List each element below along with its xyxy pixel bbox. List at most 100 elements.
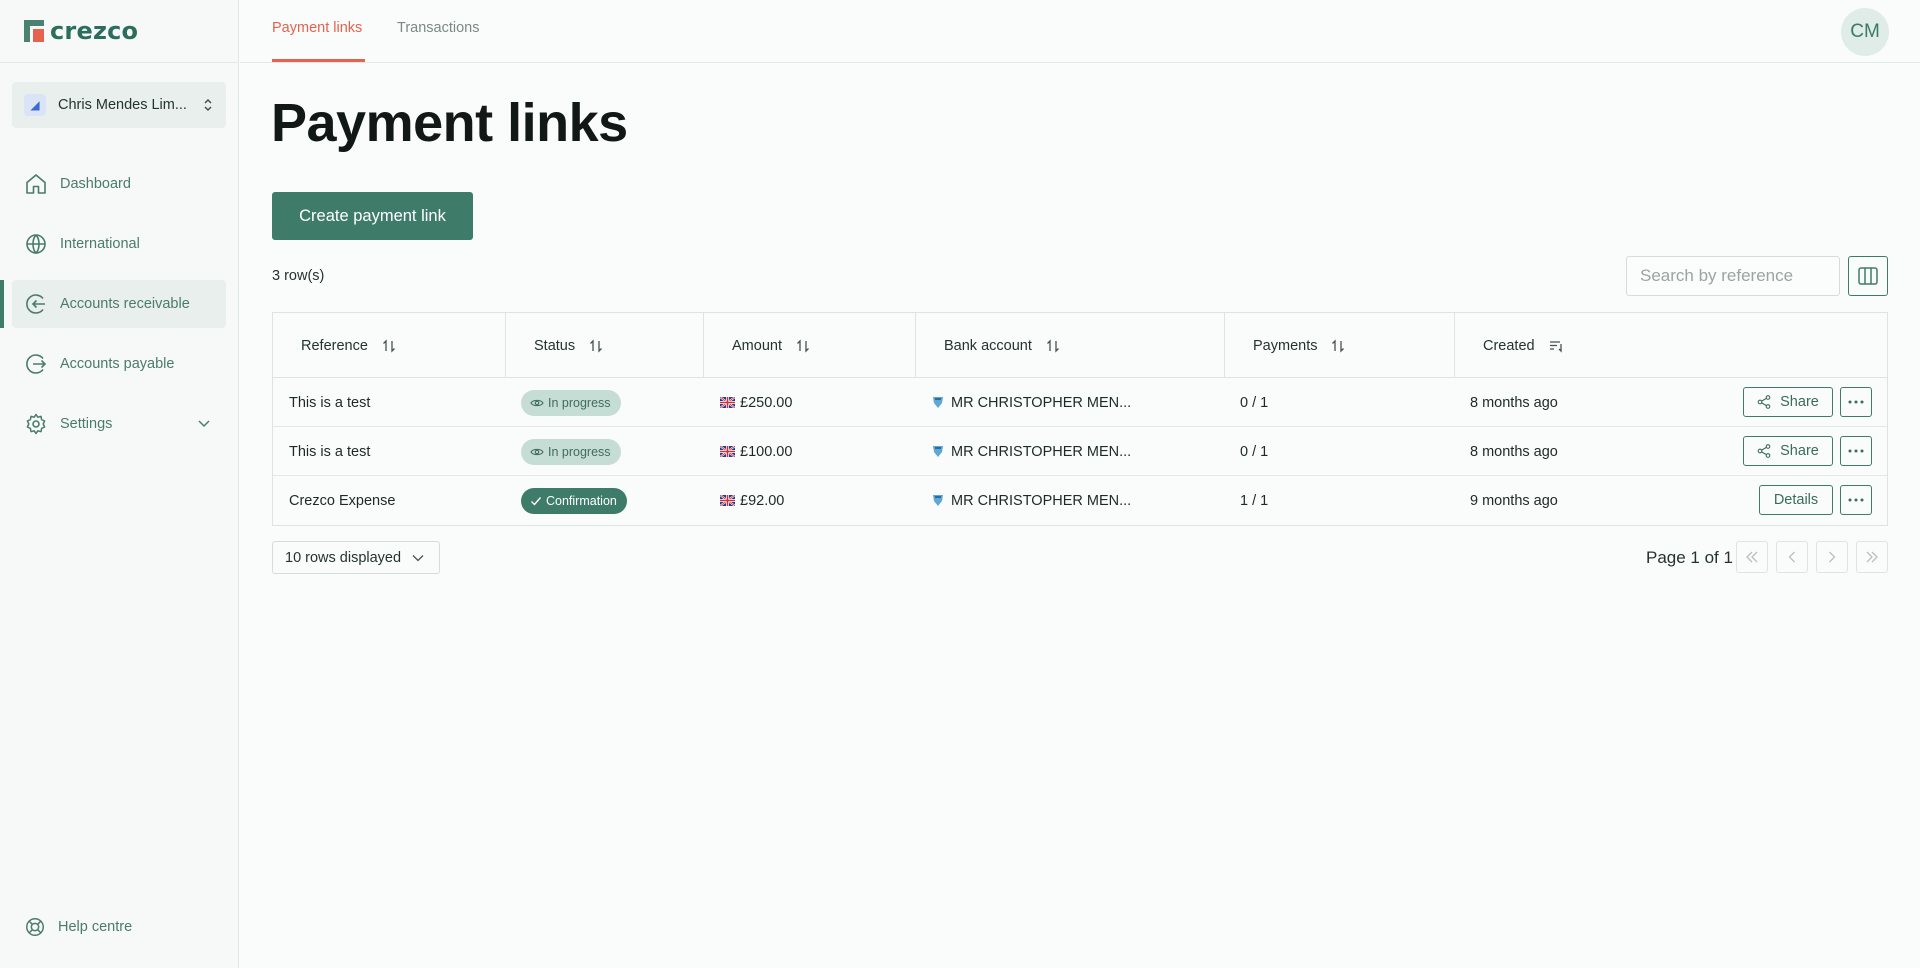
eye-icon	[530, 399, 544, 406]
table-row[interactable]: This is a test In progress £100.00 MR CH…	[273, 427, 1887, 476]
share-button[interactable]: Share	[1743, 387, 1833, 417]
table-header: Reference Status Amount Bank account Pay…	[273, 313, 1887, 378]
chevron-down-icon	[198, 420, 210, 428]
first-page-button[interactable]	[1736, 541, 1768, 573]
cell-created: 9 months ago	[1470, 492, 1558, 509]
cell-status: Confirmation	[521, 476, 627, 525]
uk-flag-icon	[720, 446, 735, 457]
double-chevron-right-icon	[1866, 551, 1878, 563]
sidebar-item-label: Accounts receivable	[60, 296, 190, 312]
cell-bank-account: MR CHRISTOPHER MEN...	[932, 476, 1131, 525]
more-horizontal-icon	[1848, 498, 1864, 502]
cell-bank-account: MR CHRISTOPHER MEN...	[932, 378, 1131, 427]
status-badge: Confirmation	[521, 487, 627, 514]
tab-transactions[interactable]: Transactions	[397, 20, 479, 36]
arrow-in-circle-icon	[26, 294, 45, 314]
chevron-right-icon	[1829, 551, 1836, 563]
page-indicator: Page 1 of 1	[1646, 548, 1733, 567]
sort-descending-icon	[1549, 340, 1562, 353]
sidebar-item-label: International	[60, 236, 140, 252]
cell-reference: This is a test	[289, 443, 371, 460]
sort-icon	[1046, 338, 1059, 353]
column-header-created[interactable]: Created	[1455, 313, 1887, 378]
table-row[interactable]: This is a test In progress £250.00 MR CH…	[273, 378, 1887, 427]
column-header-payments[interactable]: Payments	[1225, 313, 1455, 378]
share-icon	[1757, 444, 1771, 458]
payment-links-table: Reference Status Amount Bank account Pay…	[272, 312, 1888, 526]
cell-payments: 0 / 1	[1240, 394, 1269, 411]
sort-icon	[797, 338, 809, 353]
cell-amount: £100.00	[720, 427, 792, 476]
status-badge: In progress	[521, 438, 621, 465]
share-icon	[1757, 395, 1771, 409]
user-avatar[interactable]: CM	[1841, 8, 1889, 56]
cell-reference: This is a test	[289, 394, 371, 411]
share-button[interactable]: Share	[1743, 436, 1833, 466]
uk-flag-icon	[720, 495, 735, 506]
column-header-status[interactable]: Status	[506, 313, 704, 378]
details-button[interactable]: Details	[1759, 485, 1833, 515]
organisation-name: Chris Mendes Lim...	[58, 97, 187, 113]
bank-logo-icon	[933, 397, 943, 408]
sidebar-item-accounts-receivable[interactable]: Accounts receivable	[12, 280, 226, 328]
check-icon	[531, 496, 542, 506]
table-row[interactable]: Crezco Expense Confirmation £92.00 MR CH…	[273, 476, 1887, 525]
cell-bank-account: MR CHRISTOPHER MEN...	[932, 427, 1131, 476]
logo-text: crezco	[50, 17, 139, 45]
page-title: Payment links	[271, 93, 628, 153]
cell-payments: 1 / 1	[1240, 492, 1269, 509]
cell-amount: £92.00	[720, 476, 784, 525]
previous-page-button[interactable]	[1776, 541, 1808, 573]
organisation-switcher[interactable]: ◢ Chris Mendes Lim...	[12, 82, 226, 128]
sidebar-item-international[interactable]: International	[12, 220, 226, 268]
create-payment-link-button[interactable]: Create payment link	[272, 192, 473, 240]
up-down-chevron-icon	[202, 98, 214, 113]
cell-status: In progress	[521, 427, 621, 476]
cell-status: In progress	[521, 378, 621, 427]
sort-icon	[382, 338, 395, 353]
more-actions-button[interactable]	[1840, 485, 1872, 515]
column-header-reference[interactable]: Reference	[273, 313, 506, 378]
crezco-logo[interactable]: crezco	[24, 17, 139, 45]
sidebar: crezco ◢ Chris Mendes Lim... Dashboard I…	[0, 0, 239, 968]
cell-reference: Crezco Expense	[289, 492, 396, 509]
status-badge: In progress	[521, 389, 621, 416]
more-actions-button[interactable]	[1840, 387, 1872, 417]
column-header-bank-account[interactable]: Bank account	[916, 313, 1225, 378]
uk-flag-icon	[720, 397, 735, 408]
cell-payments: 0 / 1	[1240, 443, 1269, 460]
active-indicator	[0, 280, 4, 328]
rows-per-page-select[interactable]: 10 rows displayed	[272, 541, 440, 574]
more-actions-button[interactable]	[1840, 436, 1872, 466]
last-page-button[interactable]	[1856, 541, 1888, 573]
search-input[interactable]	[1626, 256, 1840, 296]
home-icon	[26, 174, 46, 194]
help-centre-label: Help centre	[58, 919, 133, 935]
sidebar-item-settings[interactable]: Settings	[12, 400, 226, 448]
sort-icon	[1332, 338, 1345, 353]
sidebar-item-label: Settings	[60, 416, 113, 432]
sort-icon	[590, 338, 603, 353]
chevron-down-icon	[412, 554, 424, 561]
sidebar-item-dashboard[interactable]: Dashboard	[12, 160, 226, 208]
sidebar-item-label: Dashboard	[60, 176, 131, 192]
gear-icon	[26, 413, 46, 435]
sidebar-item-accounts-payable[interactable]: Accounts payable	[12, 340, 226, 388]
double-chevron-left-icon	[1746, 551, 1758, 563]
next-page-button[interactable]	[1816, 541, 1848, 573]
organisation-avatar-icon: ◢	[24, 94, 46, 116]
row-count: 3 row(s)	[272, 268, 325, 284]
column-header-amount[interactable]: Amount	[704, 313, 916, 378]
columns-toggle-button[interactable]	[1848, 256, 1888, 296]
more-horizontal-icon	[1848, 449, 1864, 453]
sidebar-item-label: Accounts payable	[60, 356, 175, 372]
bank-logo-icon	[933, 495, 943, 506]
chevron-left-icon	[1788, 551, 1795, 563]
arrow-out-circle-icon	[26, 354, 47, 374]
cell-amount: £250.00	[720, 378, 792, 427]
tab-payment-links[interactable]: Payment links	[272, 20, 362, 36]
help-centre-link[interactable]: Help centre	[24, 916, 132, 938]
lifebuoy-icon	[26, 918, 44, 936]
columns-icon	[1858, 267, 1878, 285]
bank-logo-icon	[933, 446, 943, 457]
